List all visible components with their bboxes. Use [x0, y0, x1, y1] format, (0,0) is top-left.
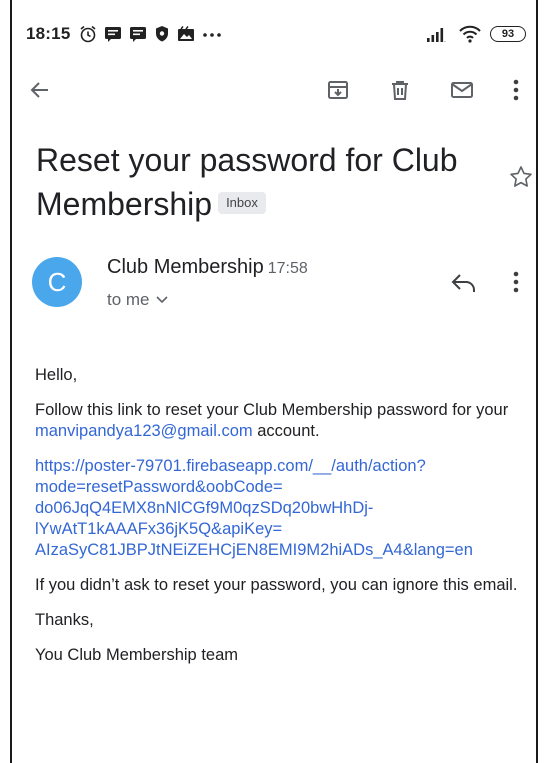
ignore-note: If you didn’t ask to reset your password…	[35, 576, 518, 594]
star-icon	[510, 166, 532, 187]
subject-text-line1: Reset your password for Club	[36, 142, 458, 178]
instruction-text-end: account.	[252, 422, 320, 440]
message-more-button[interactable]	[512, 270, 520, 299]
email-address-link[interactable]: manvipandya123@gmail.com	[35, 422, 253, 440]
wifi-icon	[459, 25, 481, 43]
archive-button[interactable]	[320, 72, 356, 108]
recipient-details-toggle[interactable]: to me	[107, 290, 168, 310]
sender-name[interactable]: Club Membership	[107, 256, 264, 278]
subject-text-line2: Membership	[36, 186, 213, 222]
message-icon	[130, 27, 147, 42]
signal-icon: .	[427, 28, 446, 42]
delete-icon	[392, 81, 408, 100]
instruction-paragraph: Follow this link to reset your Club Memb…	[35, 400, 530, 442]
reply-button[interactable]	[450, 272, 478, 299]
status-system-icons: . 93	[426, 25, 526, 43]
svg-text:.: .	[444, 37, 446, 42]
instruction-text-start: Follow this link to reset your Club Memb…	[35, 401, 509, 419]
battery-icon: 93	[490, 26, 526, 42]
chevron-down-icon	[155, 296, 168, 304]
reset-link-line[interactable]: https://poster-79701.firebaseapp.com/__/…	[35, 457, 426, 475]
greeting: Hello,	[35, 366, 78, 384]
avatar[interactable]: C	[32, 257, 82, 307]
delete-button[interactable]	[382, 72, 418, 108]
status-time: 18:15	[26, 24, 71, 43]
more-vertical-icon	[513, 79, 519, 101]
back-button[interactable]	[22, 72, 58, 108]
inbox-label-badge[interactable]: Inbox	[218, 191, 266, 214]
email-body: Hello, Follow this link to reset your Cl…	[35, 365, 530, 680]
email-toolbar	[22, 72, 526, 108]
mail-icon	[451, 82, 473, 98]
email-subject: Reset your password for Club Membership I…	[36, 138, 476, 226]
more-options-button[interactable]	[506, 72, 526, 108]
status-notification-icons	[79, 25, 222, 43]
signature-text: You Club Membership team	[35, 646, 238, 664]
message-icon	[105, 27, 122, 42]
thanks-text: Thanks,	[35, 611, 94, 629]
reset-link-line[interactable]: lYwAtT1kAAAFx36jK5Q&apiKey=	[35, 520, 282, 538]
status-bar: 18:15 . 93	[26, 22, 526, 46]
email-time: 17:58	[267, 260, 308, 277]
star-button[interactable]	[508, 164, 534, 195]
alarm-icon	[80, 25, 96, 43]
sender-info: Club Membership 17:58	[107, 256, 308, 279]
archive-icon	[328, 81, 348, 99]
more-horizontal-icon	[203, 33, 222, 37]
reset-link-line[interactable]: mode=resetPassword&oobCode=	[35, 478, 283, 496]
reset-password-link[interactable]: https://poster-79701.firebaseapp.com/__/…	[35, 456, 530, 561]
recipient-label: to me	[107, 290, 150, 309]
reset-link-line[interactable]: do06JqQ4EMX8nNlCGf9M0qzSDq20bwHhDj-	[35, 499, 373, 517]
reset-link-line[interactable]: AIzaSyC81JBPJtNEiZEHCjEN8EMI9M2hiADs_A4&…	[35, 541, 473, 559]
reply-icon	[451, 274, 475, 292]
mark-unread-button[interactable]	[444, 72, 480, 108]
back-arrow-icon	[30, 82, 48, 98]
gallery-icon	[178, 26, 195, 41]
more-vertical-icon	[513, 271, 519, 293]
shield-icon	[156, 26, 169, 42]
